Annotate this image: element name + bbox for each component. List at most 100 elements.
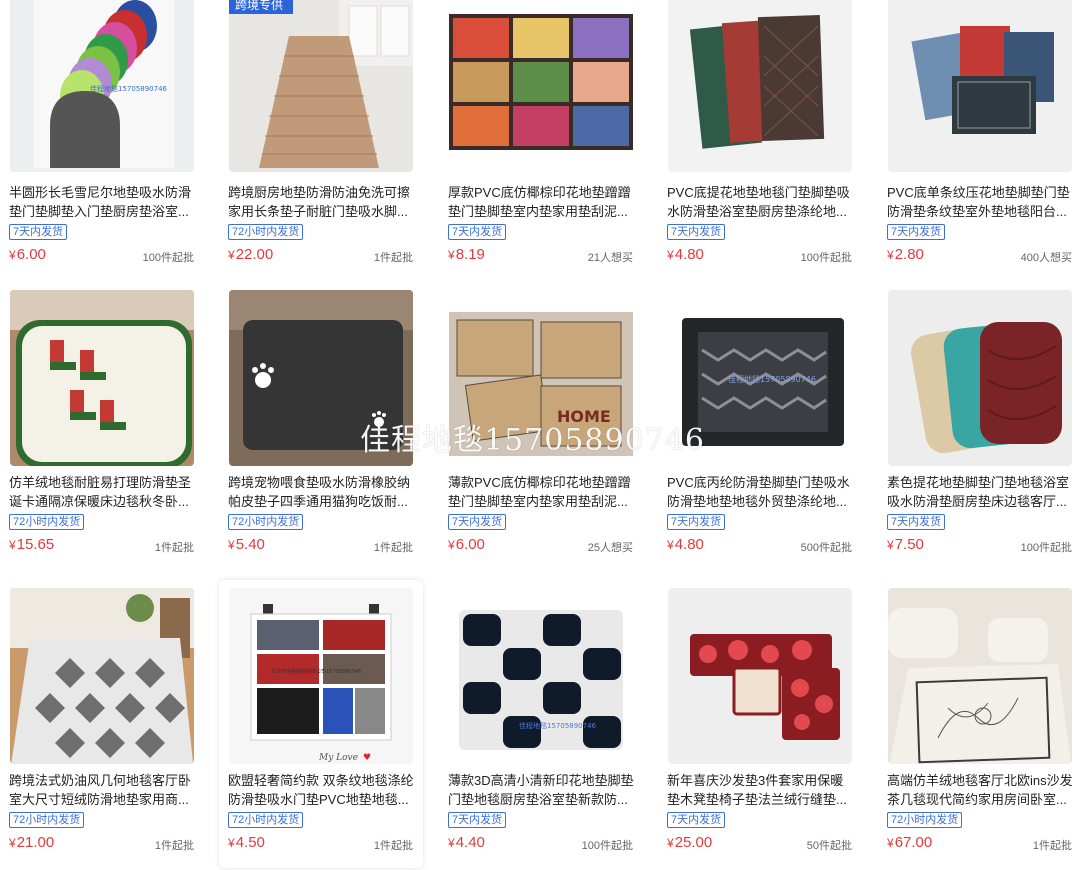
price-value: 15.65 <box>16 536 55 553</box>
product-price: ¥25.00 <box>667 834 712 851</box>
product-price: ¥4.50 <box>228 834 265 851</box>
price-value: 8.19 <box>455 246 485 263</box>
product-image[interactable] <box>229 290 413 466</box>
product-grid: 佳程地毯15705890746 半圆形长毛雪尼尔地垫吸水防滑垫门垫脚垫入门垫厨房… <box>0 0 1088 870</box>
product-title[interactable]: 欧盟轻奢简约款 双条纹地毯涤纶防滑垫吸水门垫PVC地垫地毯... <box>228 771 414 809</box>
product-card[interactable]: 佳程地毯15705890746 PVC底丙纶防滑垫脚垫门垫吸水防滑垫地垫地毯外贸… <box>658 290 862 578</box>
delivery-badge: 7天内发货 <box>448 224 507 240</box>
price-value: 67.00 <box>894 834 933 851</box>
product-image[interactable]: HOME <box>449 290 633 466</box>
currency-symbol: ¥ <box>887 836 894 850</box>
min-order: 500件起批 <box>800 542 852 554</box>
min-order: 1件起批 <box>154 542 194 554</box>
product-image[interactable]: 跨境专供 <box>229 0 413 172</box>
product-title[interactable]: 半圆形长毛雪尼尔地垫吸水防滑垫门垫脚垫入门垫厨房垫浴室... <box>9 183 195 221</box>
product-card[interactable]: PVC底提花地垫地毯门垫脚垫吸水防滑垫浴室垫厨房垫涤纶地... 7天内发货 ¥4… <box>658 0 862 288</box>
product-image[interactable] <box>10 290 194 466</box>
price-value: 4.50 <box>235 834 265 851</box>
product-title[interactable]: 薄款3D高清小清新印花地垫脚垫门垫地毯厨房垫浴室垫新款防... <box>448 771 634 809</box>
product-title[interactable]: PVC底提花地垫地毯门垫脚垫吸水防滑垫浴室垫厨房垫涤纶地... <box>667 183 853 221</box>
product-image[interactable] <box>888 0 1072 172</box>
product-card[interactable]: 新年喜庆沙发垫3件套家用保暖垫木凳垫椅子垫法兰绒行缝垫... 7天内发货 ¥25… <box>658 588 862 870</box>
product-price: ¥4.80 <box>667 246 704 263</box>
min-order: 21人想买 <box>587 252 633 264</box>
currency-symbol: ¥ <box>887 248 894 262</box>
delivery-badge: 7天内发货 <box>448 812 507 828</box>
image-tag: 佳程地毯15705890746 <box>728 374 816 384</box>
product-card[interactable]: PVC底单条纹压花地垫脚垫门垫防滑垫条纹垫室外垫地毯阳台... 7天内发货 ¥2… <box>878 0 1082 288</box>
price-value: 4.80 <box>674 536 704 553</box>
product-image[interactable] <box>10 588 194 764</box>
product-card[interactable]: 跨境专供 跨境厨房地垫防滑防油免洗可擦家用长条垫子耐脏门垫吸水脚... 72小时… <box>219 0 423 288</box>
product-image[interactable]: 义乌市佳程地毯有限公司15705890746 My Love ♥ <box>229 588 413 764</box>
product-title[interactable]: 仿羊绒地毯耐脏易打理防滑垫圣诞卡通隔凉保暖床边毯秋冬卧... <box>9 473 195 511</box>
min-order: 1件起批 <box>373 840 413 852</box>
delivery-badge: 7天内发货 <box>667 812 726 828</box>
product-price: ¥5.40 <box>228 536 265 553</box>
product-card[interactable]: 佳程地毯15705890746 薄款3D高清小清新印花地垫脚垫门垫地毯厨房垫浴室… <box>439 588 643 870</box>
product-price: ¥8.19 <box>448 246 485 263</box>
product-title[interactable]: 高端仿羊绒地毯客厅北欧ins沙发茶几毯现代简约家用房间卧室... <box>887 771 1073 809</box>
currency-symbol: ¥ <box>9 836 16 850</box>
product-image[interactable]: 佳程地毯15705890746 <box>668 290 852 466</box>
product-title[interactable]: 厚款PVC底仿椰棕印花地垫蹭蹭垫门垫脚垫室内垫家用垫刮泥... <box>448 183 634 221</box>
product-title[interactable]: PVC底单条纹压花地垫脚垫门垫防滑垫条纹垫室外垫地毯阳台... <box>887 183 1073 221</box>
min-order: 1件起批 <box>154 840 194 852</box>
product-image[interactable]: 佳程地毯15705890746 <box>10 0 194 172</box>
product-image[interactable] <box>668 0 852 172</box>
min-order: 400人想买 <box>1020 252 1072 264</box>
currency-symbol: ¥ <box>228 836 235 850</box>
product-card[interactable]: 厚款PVC底仿椰棕印花地垫蹭蹭垫门垫脚垫室内垫家用垫刮泥... 7天内发货 ¥8… <box>439 0 643 288</box>
svg-text:佳程地毯15705890746: 佳程地毯15705890746 <box>90 84 168 93</box>
product-card[interactable]: 素色提花地垫脚垫门垫地毯浴室吸水防滑垫厨房垫床边毯客厅... 7天内发货 ¥7.… <box>878 290 1082 578</box>
product-title[interactable]: 跨境宠物喂食垫吸水防滑橡胶纳帕皮垫子四季通用猫狗吃饭耐... <box>228 473 414 511</box>
delivery-badge: 7天内发货 <box>9 224 68 240</box>
product-card[interactable]: 跨境宠物喂食垫吸水防滑橡胶纳帕皮垫子四季通用猫狗吃饭耐... 72小时内发货 ¥… <box>219 290 423 578</box>
min-order: 50件起批 <box>806 840 852 852</box>
product-image[interactable] <box>668 588 852 764</box>
product-image[interactable] <box>888 588 1072 764</box>
image-tag: 义乌市佳程地毯有限公司15705890746 <box>271 668 361 675</box>
product-title[interactable]: 素色提花地垫脚垫门垫地毯浴室吸水防滑垫厨房垫床边毯客厅... <box>887 473 1073 511</box>
product-card[interactable]: HOME 薄款PVC底仿椰棕印花地垫蹭蹭垫门垫脚垫室内垫家用垫刮泥... 7天内… <box>439 290 643 578</box>
currency-symbol: ¥ <box>9 538 16 552</box>
product-card[interactable]: 高端仿羊绒地毯客厅北欧ins沙发茶几毯现代简约家用房间卧室... 72小时内发货… <box>878 588 1082 870</box>
delivery-badge: 7天内发货 <box>887 224 946 240</box>
product-title[interactable]: 跨境厨房地垫防滑防油免洗可擦家用长条垫子耐脏门垫吸水脚... <box>228 183 414 221</box>
price-value: 4.40 <box>455 834 485 851</box>
product-image[interactable] <box>449 0 633 172</box>
product-price: ¥4.40 <box>448 834 485 851</box>
min-order: 1件起批 <box>1032 840 1072 852</box>
currency-symbol: ¥ <box>667 248 674 262</box>
product-price: ¥6.00 <box>448 536 485 553</box>
product-title[interactable]: 跨境法式奶油风几何地毯客厅卧室大尺寸短绒防滑地垫家用商... <box>9 771 195 809</box>
svg-text:♥: ♥ <box>363 753 371 763</box>
svg-text:HOME: HOME <box>557 407 611 426</box>
product-card[interactable]: 义乌市佳程地毯有限公司15705890746 My Love ♥ 欧盟轻奢简约款… <box>219 580 423 868</box>
delivery-badge: 72小时内发货 <box>9 812 85 828</box>
price-value: 4.80 <box>674 246 704 263</box>
product-card[interactable]: 跨境法式奶油风几何地毯客厅卧室大尺寸短绒防滑地垫家用商... 72小时内发货 ¥… <box>0 588 204 870</box>
delivery-badge: 7天内发货 <box>448 514 507 530</box>
currency-symbol: ¥ <box>448 248 455 262</box>
min-order: 1件起批 <box>373 542 413 554</box>
product-card[interactable]: 仿羊绒地毯耐脏易打理防滑垫圣诞卡通隔凉保暖床边毯秋冬卧... 72小时内发货 ¥… <box>0 290 204 578</box>
product-price: ¥67.00 <box>887 834 932 851</box>
image-tag: 佳程地毯15705890746 <box>519 721 597 730</box>
product-image[interactable] <box>888 290 1072 466</box>
product-image[interactable]: 佳程地毯15705890746 <box>449 588 633 764</box>
delivery-badge: 7天内发货 <box>667 514 726 530</box>
product-title[interactable]: PVC底丙纶防滑垫脚垫门垫吸水防滑垫地垫地毯外贸垫涤纶地... <box>667 473 853 511</box>
currency-symbol: ¥ <box>887 538 894 552</box>
price-value: 2.80 <box>894 246 924 263</box>
product-title[interactable]: 薄款PVC底仿椰棕印花地垫蹭蹭垫门垫脚垫室内垫家用垫刮泥... <box>448 473 634 511</box>
min-order: 100件起批 <box>1020 542 1072 554</box>
min-order: 25人想买 <box>587 542 633 554</box>
product-price: ¥7.50 <box>887 536 924 553</box>
product-title[interactable]: 新年喜庆沙发垫3件套家用保暖垫木凳垫椅子垫法兰绒行缝垫... <box>667 771 853 809</box>
currency-symbol: ¥ <box>9 248 16 262</box>
min-order: 100件起批 <box>581 840 633 852</box>
product-price: ¥15.65 <box>9 536 54 553</box>
product-card[interactable]: 佳程地毯15705890746 半圆形长毛雪尼尔地垫吸水防滑垫门垫脚垫入门垫厨房… <box>0 0 204 288</box>
price-value: 22.00 <box>235 246 274 263</box>
